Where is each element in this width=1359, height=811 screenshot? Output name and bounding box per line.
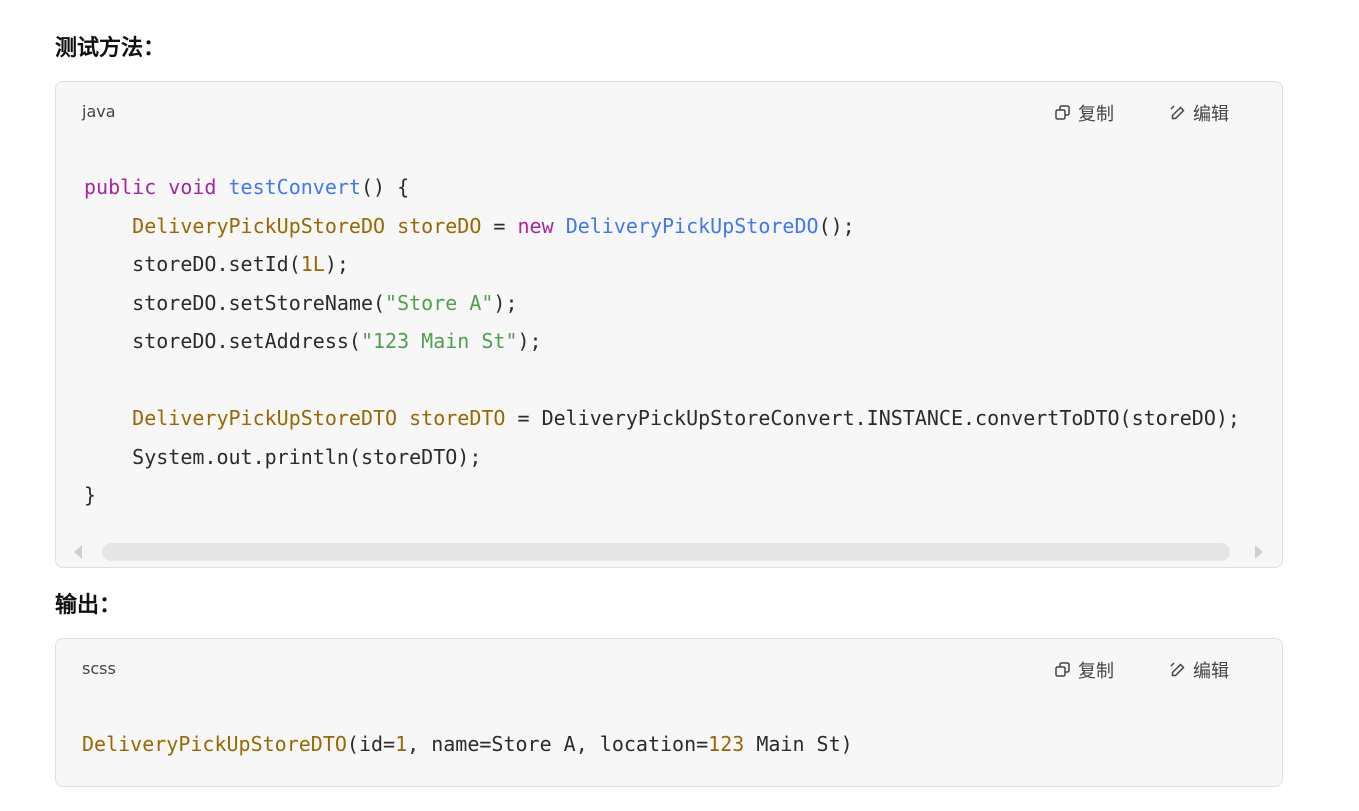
code-block-header: java 复制 编辑 bbox=[56, 82, 1282, 142]
code-line: public void testConvert() { bbox=[84, 175, 410, 199]
code-line: System.out.println(storeDTO); bbox=[84, 444, 482, 469]
edit-pencil-icon bbox=[1170, 105, 1185, 120]
code-block-scss: scss 复制 编辑 DeliveryPickUpStoreDTO(id=1, … bbox=[55, 638, 1283, 787]
edit-button[interactable]: 编辑 bbox=[1169, 100, 1229, 126]
edit-button[interactable]: 编辑 bbox=[1169, 657, 1229, 683]
copy-button-label: 复制 bbox=[1078, 104, 1114, 125]
code-block-header: scss 复制 编辑 bbox=[56, 639, 1282, 699]
copy-button-label: 复制 bbox=[1078, 661, 1114, 682]
copy-button[interactable]: 复制 bbox=[1054, 100, 1114, 126]
code-line: storeDO.setStoreName("Store A"); bbox=[84, 290, 518, 315]
code-line: storeDO.setAddress("123 Main St"); bbox=[84, 329, 542, 353]
code-line: DeliveryPickUpStoreDTO(id=1, name=Store … bbox=[82, 732, 853, 756]
code-line: } bbox=[84, 483, 97, 507]
edit-button-label: 编辑 bbox=[1193, 661, 1229, 682]
horizontal-scrollbar[interactable] bbox=[102, 543, 1230, 561]
section-heading-test-method: 测试方法： bbox=[55, 36, 166, 61]
code-language-label: java bbox=[82, 102, 116, 121]
code-language-label: scss bbox=[82, 659, 116, 678]
scroll-right-arrow[interactable] bbox=[1255, 545, 1263, 559]
section-heading-output: 输出： bbox=[55, 593, 122, 618]
copy-icon bbox=[1055, 662, 1070, 677]
code-content: public void testConvert() { DeliveryPick… bbox=[84, 168, 1240, 515]
code-line: storeDO.setId(1L); bbox=[84, 252, 349, 276]
edit-pencil-icon bbox=[1170, 662, 1185, 677]
copy-icon bbox=[1055, 105, 1070, 120]
copy-button[interactable]: 复制 bbox=[1054, 657, 1114, 683]
code-line: DeliveryPickUpStoreDO storeDO = new Deli… bbox=[132, 213, 855, 238]
edit-button-label: 编辑 bbox=[1193, 104, 1229, 125]
code-block-java: java 复制 编辑 public void testConvert() { D… bbox=[55, 81, 1283, 568]
code-line: DeliveryPickUpStoreDTO storeDTO = Delive… bbox=[132, 406, 1240, 430]
code-content: DeliveryPickUpStoreDTO(id=1, name=Store … bbox=[82, 725, 853, 764]
scroll-left-arrow[interactable] bbox=[74, 545, 82, 559]
